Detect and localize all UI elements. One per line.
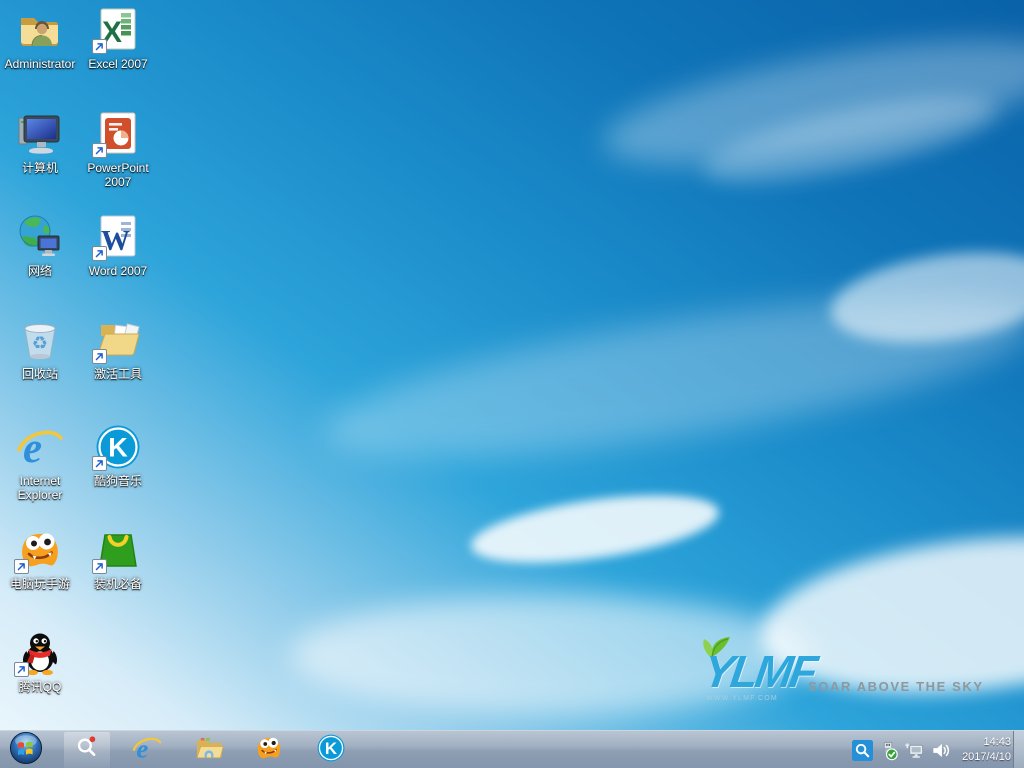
speaker-icon — [930, 740, 951, 761]
kugou-icon: K — [94, 423, 142, 471]
logo-tagline-text: SOAR ABOVE THE SKY — [808, 679, 984, 694]
svg-text:K: K — [325, 738, 338, 757]
computer-icon — [16, 110, 64, 158]
windows-orb-icon — [9, 731, 43, 768]
desktop-icon-network[interactable]: 网络 — [1, 213, 79, 278]
shortcut-arrow-icon — [92, 456, 107, 471]
desktop-icon-label: PowerPoint 2007 — [80, 161, 156, 189]
tray-usb-remove[interactable] — [878, 740, 899, 761]
tray-volume[interactable] — [930, 740, 951, 761]
desktop[interactable]: Administrator X Excel 2007 计算机 PowerPoin… — [0, 0, 1024, 768]
show-desktop-button[interactable] — [1013, 731, 1024, 768]
shortcut-arrow-icon — [14, 662, 29, 677]
network-icon — [16, 213, 64, 261]
desktop-icon-kugou[interactable]: K 酷狗音乐 — [79, 423, 157, 488]
desktop-icon-label: 计算机 — [22, 161, 58, 175]
administrator-icon — [16, 6, 64, 54]
shortcut-arrow-icon — [92, 39, 107, 54]
shortcut-arrow-icon — [92, 559, 107, 574]
desktop-icon-label: Excel 2007 — [88, 57, 147, 71]
clock-time: 14:43 — [962, 735, 1011, 750]
desktop-icon-label: 电脑玩手游 — [10, 577, 70, 591]
cloud — [467, 483, 723, 575]
network-icon — [904, 740, 925, 761]
folder-icon — [194, 733, 224, 768]
desktop-icon-pcgame[interactable]: 电脑玩手游 — [1, 526, 79, 591]
tray-search[interactable] — [852, 740, 873, 761]
desktop-icon-word[interactable]: W Word 2007 — [79, 213, 157, 278]
desktop-icon-excel[interactable]: X Excel 2007 — [79, 6, 157, 71]
clock-date: 2017/4/10 — [962, 750, 1011, 765]
taskbar-clock[interactable]: 14:43 2017/4/10 — [962, 735, 1011, 766]
ie-icon: e — [132, 733, 162, 768]
desktop-icon-label: 装机必备 — [94, 577, 142, 591]
kugou-icon: K — [316, 733, 346, 768]
desktop-icon-activation[interactable]: 激活工具 — [79, 316, 157, 381]
desktop-icon-label: Internet Explorer — [2, 474, 78, 502]
shortcut-arrow-icon — [14, 559, 29, 574]
taskbar-windows-explorer[interactable] — [186, 732, 232, 768]
taskbar: e K 14:43 2017/4/10 — [0, 730, 1024, 768]
desktop-icon-recycle[interactable]: ♻ 回收站 — [1, 316, 79, 381]
word-icon: W — [94, 213, 142, 261]
taskbar-pc-mobile-game[interactable] — [246, 732, 292, 768]
desktop-icon-label: 回收站 — [22, 367, 58, 381]
svg-text:e: e — [136, 733, 148, 763]
search-icon — [72, 733, 102, 768]
pcgame-icon — [16, 526, 64, 574]
system-tray: 14:43 2017/4/10 — [852, 731, 1011, 768]
desktop-icon-bag[interactable]: 装机必备 — [79, 526, 157, 591]
logo-url-text: WWW.YLMF.COM — [706, 695, 778, 702]
desktop-icon-computer[interactable]: 计算机 — [1, 110, 79, 175]
cloud — [697, 79, 1003, 200]
shortcut-arrow-icon — [92, 143, 107, 158]
shortcut-arrow-icon — [92, 349, 107, 364]
desktop-icon-qq[interactable]: 腾讯QQ — [1, 629, 79, 694]
svg-text:K: K — [108, 433, 128, 463]
desktop-icon-label: Word 2007 — [89, 264, 147, 278]
desktop-icon-label: 激活工具 — [94, 367, 142, 381]
powerpoint-icon — [94, 110, 142, 158]
start-button[interactable] — [3, 732, 49, 768]
qq-icon — [16, 629, 64, 677]
desktop-icon-administrator[interactable]: Administrator — [1, 6, 79, 71]
desktop-icon-powerpoint[interactable]: PowerPoint 2007 — [79, 110, 157, 189]
desktop-icon-label: 网络 — [28, 264, 52, 278]
cloud — [825, 239, 1024, 355]
ie-icon: e — [16, 423, 64, 471]
recycle-icon: ♻ — [16, 316, 64, 364]
taskbar-kugou-music[interactable]: K — [308, 732, 354, 768]
ylmf-logo: YLMF WWW.YLMF.COM SOAR ABOVE THE SKY — [698, 643, 968, 705]
bag-icon — [94, 526, 142, 574]
taskbar-search[interactable] — [64, 732, 110, 768]
excel-icon: X — [94, 6, 142, 54]
desktop-icon-ie[interactable]: e Internet Explorer — [1, 423, 79, 502]
monster-icon — [254, 733, 284, 768]
blue-search-icon — [852, 740, 873, 761]
tray-network[interactable] — [904, 740, 925, 761]
usb-check-icon — [878, 740, 899, 761]
activation-icon — [94, 316, 142, 364]
svg-text:♻: ♻ — [32, 333, 48, 354]
logo-brand-text: YLMF — [701, 649, 818, 694]
taskbar-internet-explorer[interactable]: e — [124, 732, 170, 768]
desktop-icon-label: Administrator — [5, 57, 76, 71]
desktop-icon-label: 酷狗音乐 — [94, 474, 142, 488]
cloud — [315, 264, 1024, 490]
shortcut-arrow-icon — [92, 246, 107, 261]
cloud — [595, 15, 1024, 190]
desktop-icon-label: 腾讯QQ — [19, 680, 62, 694]
